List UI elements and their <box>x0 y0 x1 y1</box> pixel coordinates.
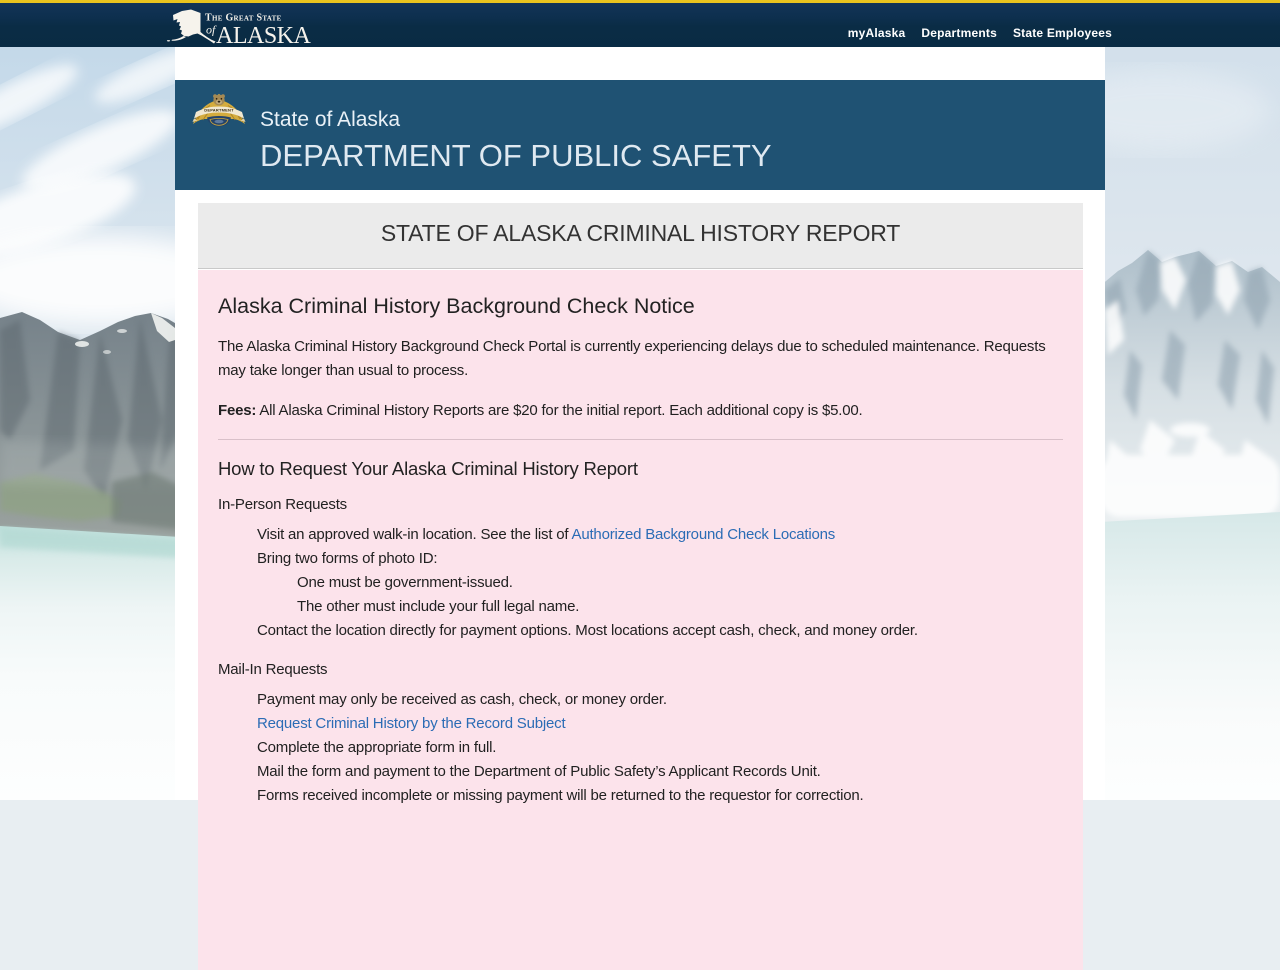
svg-text:ALASKA: ALASKA <box>216 23 312 49</box>
svg-text:DEPARTMENT: DEPARTMENT <box>204 108 234 113</box>
svg-text:The Great State: The Great State <box>205 13 282 24</box>
